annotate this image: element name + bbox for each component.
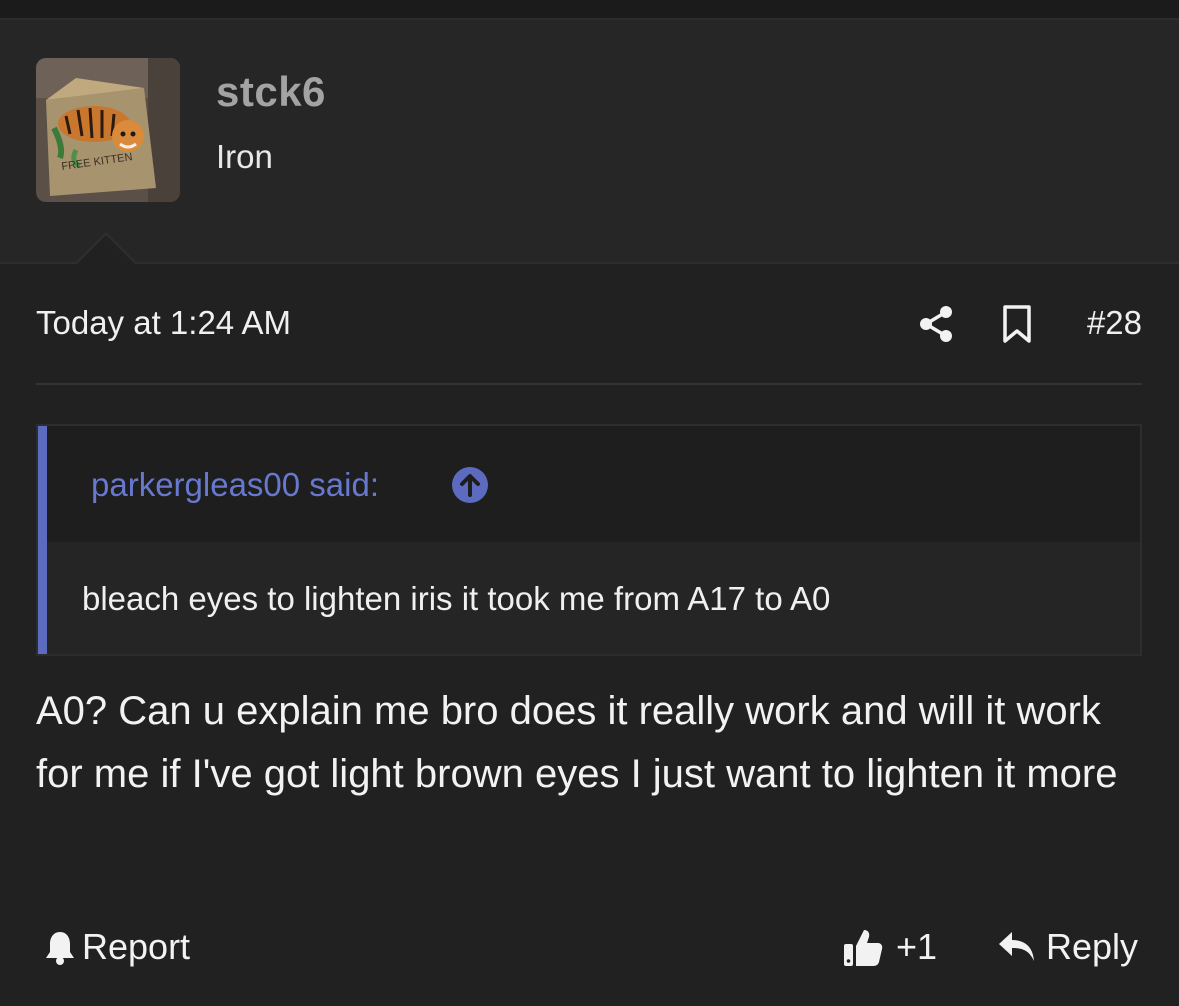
post-number[interactable]: #28 (1087, 304, 1142, 342)
post-actions: Report +1 Reply (36, 920, 1142, 974)
thumbs-up-icon (844, 930, 883, 966)
username[interactable]: stck6 (216, 68, 326, 116)
reply-button[interactable]: Reply (998, 922, 1138, 972)
report-label: Report (82, 926, 191, 967)
reply-arrow-icon (998, 932, 1034, 961)
quote-header: parkergleas00 said: (47, 426, 1140, 542)
quote-block: parkergleas00 said: bleach eyes to light… (36, 424, 1142, 656)
user-title: Iron (216, 138, 273, 175)
previous-post-edge (0, 0, 1179, 20)
post-page: FREE KITTEN stck6 Iron Today at 1:24 AM … (0, 0, 1179, 1006)
post-timestamp[interactable]: Today at 1:24 AM (36, 304, 291, 342)
quote-text: bleach eyes to lighten iris it took me f… (82, 580, 831, 617)
bookmark-icon[interactable] (1000, 304, 1034, 344)
divider (36, 383, 1142, 385)
quote-accent-bar (38, 426, 47, 654)
like-count: +1 (896, 926, 938, 967)
user-header: FREE KITTEN stck6 Iron (0, 20, 1179, 264)
avatar[interactable]: FREE KITTEN (36, 58, 180, 202)
post-meta: Today at 1:24 AM #28 (36, 300, 1142, 350)
report-button[interactable]: Report (44, 922, 190, 972)
arrow-up-circle-icon[interactable] (451, 466, 489, 504)
quote-author[interactable]: parkergleas00 said: (91, 466, 379, 504)
like-button[interactable]: +1 (842, 922, 937, 972)
share-icon[interactable] (918, 304, 954, 344)
bell-icon (46, 932, 74, 965)
post-body: A0? Can u explain me bro does it really … (36, 689, 1118, 796)
reply-label: Reply (1045, 926, 1138, 967)
